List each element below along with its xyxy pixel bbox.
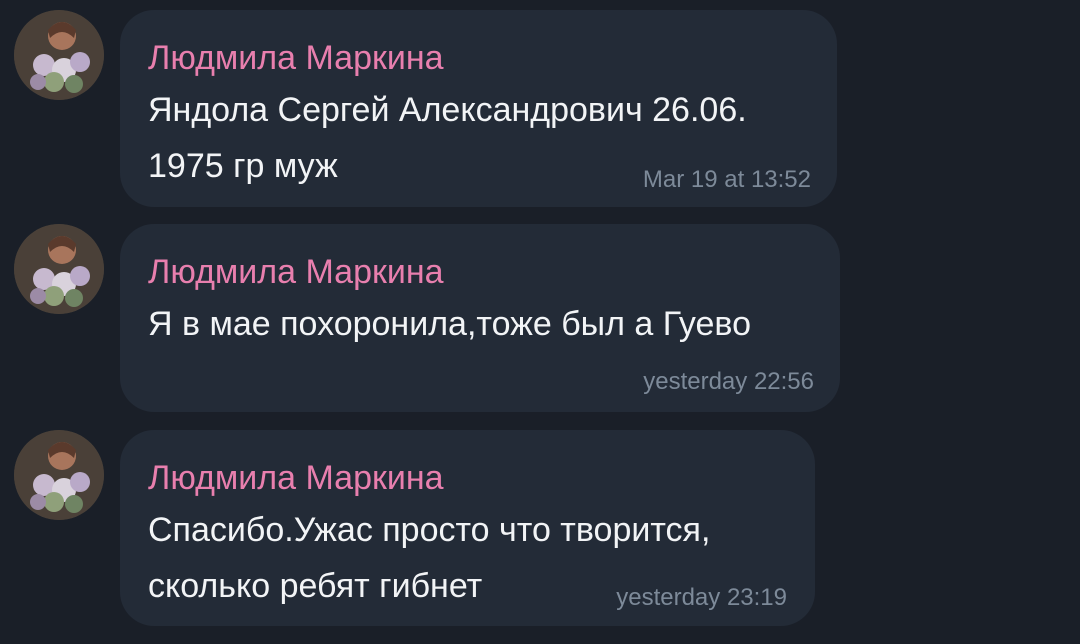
message-bubble[interactable]: Людмила Маркина Спасибо.Ужас просто что … (120, 430, 815, 626)
message-timestamp: yesterday 22:56 (643, 368, 814, 395)
message-timestamp: yesterday 23:19 (616, 584, 787, 611)
sender-name[interactable]: Людмила Маркина (148, 254, 444, 290)
message-bubble[interactable]: Людмила Маркина Яндола Сергей Александро… (120, 10, 837, 207)
message-bubble[interactable]: Людмила Маркина Я в мае похоронила,тоже … (120, 224, 840, 412)
message-text: Я в мае похоронила,тоже был а Гуево (148, 305, 752, 343)
user-avatar-flowers-icon (14, 10, 104, 100)
user-avatar-flowers-icon (14, 430, 104, 520)
user-avatar-flowers-icon (14, 224, 104, 314)
sender-avatar[interactable] (14, 430, 104, 520)
sender-avatar[interactable] (14, 224, 104, 314)
sender-avatar[interactable] (14, 10, 104, 100)
chat-message-list: Людмила Маркина Яндола Сергей Александро… (0, 0, 1080, 644)
sender-name[interactable]: Людмила Маркина (148, 460, 444, 496)
message-timestamp: Mar 19 at 13:52 (642, 166, 811, 193)
sender-name[interactable]: Людмила Маркина (148, 40, 444, 76)
